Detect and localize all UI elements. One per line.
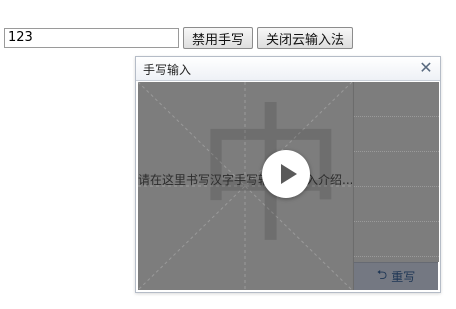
rewrite-button[interactable]: ⮌ 重写 [353,262,438,290]
candidate-cell[interactable] [354,117,439,152]
undo-arrow-icon: ⮌ [376,267,388,283]
video-play-button[interactable] [262,150,310,198]
close-icon[interactable]: ✕ [417,58,435,78]
play-icon [281,164,297,184]
candidate-cell[interactable] [354,222,439,257]
handwriting-canvas[interactable]: 中 请在这里书写汉字手写输入法截入介绍... [138,82,352,290]
handwriting-panel-title: 手写输入 [143,63,192,77]
disable-handwriting-button[interactable]: 禁用手写 [183,27,253,49]
text-input[interactable] [4,28,179,48]
rewrite-label: 重写 [391,270,416,284]
handwriting-hint-text: 请在这里书写汉字 [138,173,235,187]
candidate-cell[interactable] [354,187,439,222]
page: 禁用手写 关闭云输入法 手写输入 ✕ 中 请在这里书写汉字手写输入法截入介绍..… [0,0,456,309]
handwriting-hint: 请在这里书写汉字手写输入法截入介绍... [138,171,352,188]
handwriting-panel-titlebar[interactable]: 手写输入 ✕ [136,57,440,81]
candidate-list [353,82,439,262]
candidate-cell[interactable] [354,152,439,187]
candidate-cell[interactable] [354,82,439,117]
close-cloud-ime-button[interactable]: 关闭云输入法 [257,27,353,49]
